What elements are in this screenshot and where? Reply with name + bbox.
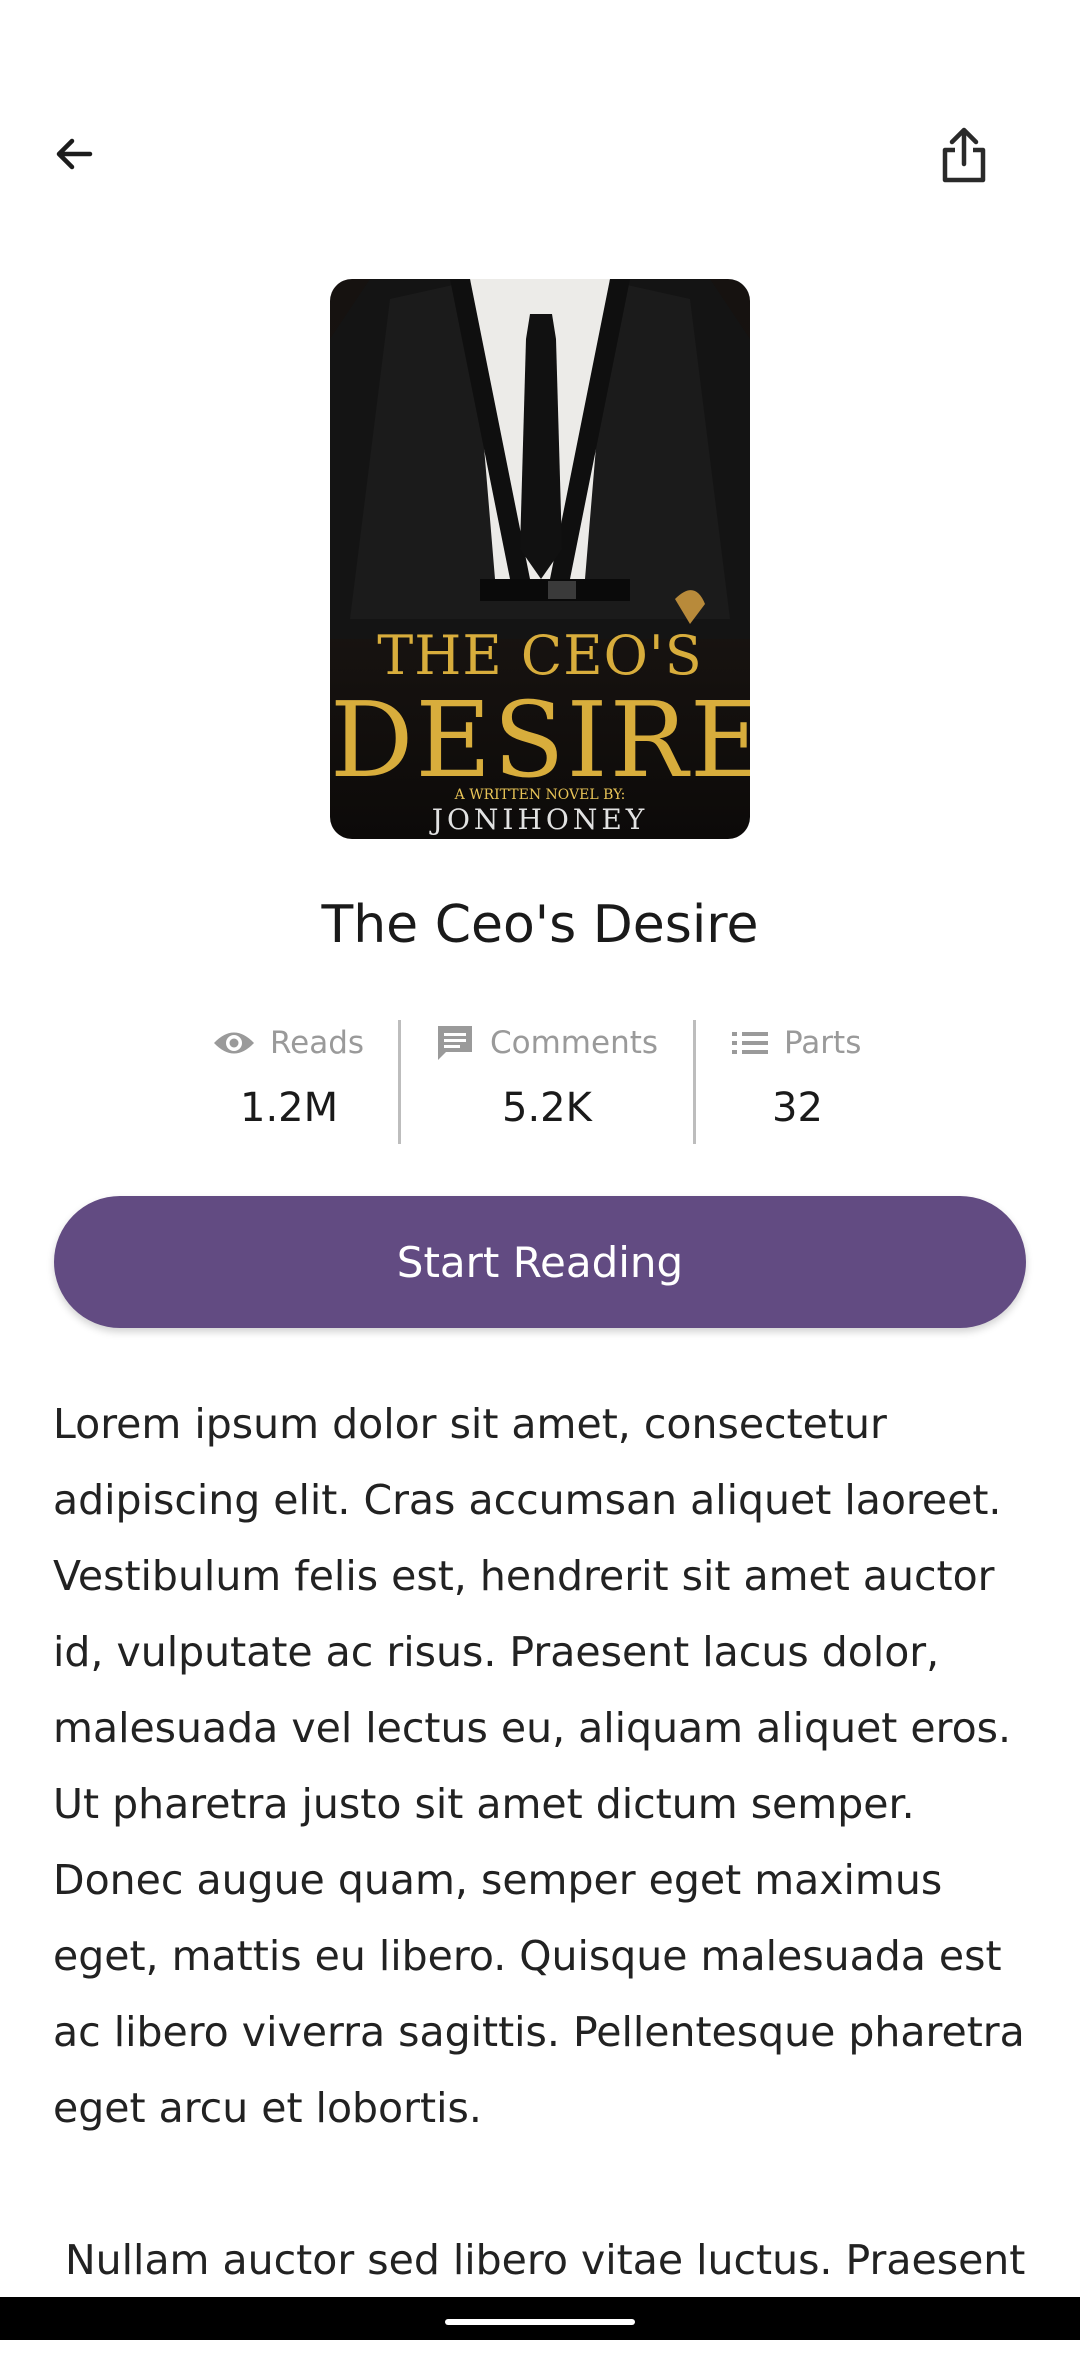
stat-reads: Reads 1.2M — [212, 1015, 392, 1145]
comment-icon — [438, 1026, 472, 1060]
book-description: Lorem ipsum dolor sit amet, consectetur … — [53, 1386, 1043, 2374]
description-paragraph: Lorem ipsum dolor sit amet, consectetur … — [53, 1400, 1025, 2132]
share-icon — [942, 127, 986, 183]
cover-title-line2: DESIRE — [330, 679, 750, 801]
list-icon — [732, 1032, 768, 1054]
system-navigation-bar — [0, 2297, 1080, 2340]
reads-label: Reads — [270, 1025, 365, 1061]
parts-label: Parts — [784, 1025, 862, 1061]
start-reading-button[interactable]: Start Reading — [54, 1196, 1026, 1328]
comments-label: Comments — [490, 1025, 659, 1061]
start-reading-label: Start Reading — [396, 1237, 684, 1287]
cover-subtitle: A WRITTEN NOVEL BY: — [454, 787, 626, 803]
description-paragraph: Nullam auctor sed libero vitae luctus. P… — [65, 2236, 1026, 2284]
stat-comments: Comments 5.2K — [434, 1015, 694, 1145]
stat-divider — [398, 1020, 401, 1144]
home-gesture-handle[interactable] — [445, 2319, 635, 2325]
eye-icon — [214, 1032, 254, 1054]
stat-divider — [693, 1020, 696, 1144]
cover-author: JONIHONEY — [431, 803, 649, 836]
back-button[interactable] — [30, 110, 118, 198]
book-cover[interactable]: THE CEO'S DESIRE A WRITTEN NOVEL BY: JON… — [330, 279, 750, 839]
cover-title-line1: THE CEO'S — [377, 624, 703, 687]
book-title: The Ceo's Desire — [321, 895, 759, 955]
share-button[interactable] — [920, 110, 1008, 198]
top-app-bar — [0, 0, 1080, 260]
arrow-left-icon — [56, 138, 93, 170]
reads-value: 1.2M — [240, 1085, 339, 1131]
stats-row: Reads 1.2M Comments 5.2K Parts 32 — [0, 1015, 1080, 1145]
comments-value: 5.2K — [502, 1085, 592, 1131]
stat-parts: Parts 32 — [730, 1015, 900, 1145]
parts-value: 32 — [772, 1085, 823, 1131]
